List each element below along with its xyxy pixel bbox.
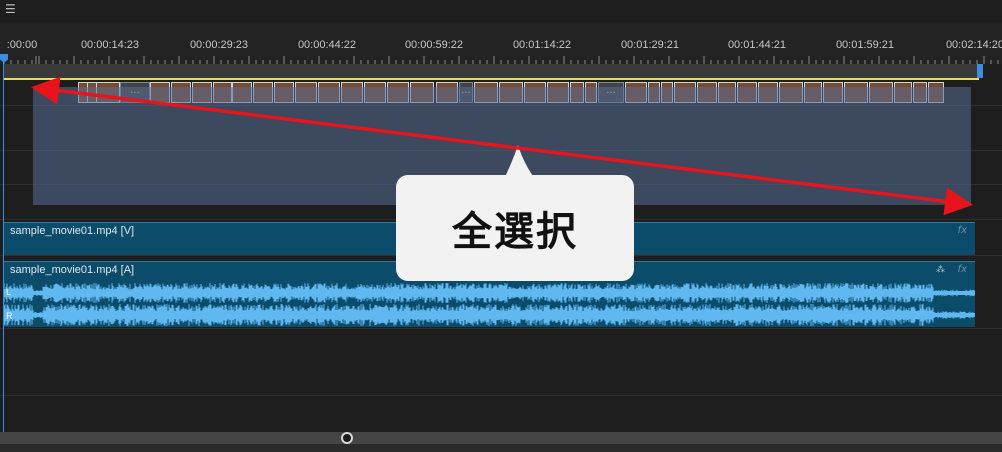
select-all-arrow — [31, 76, 973, 216]
